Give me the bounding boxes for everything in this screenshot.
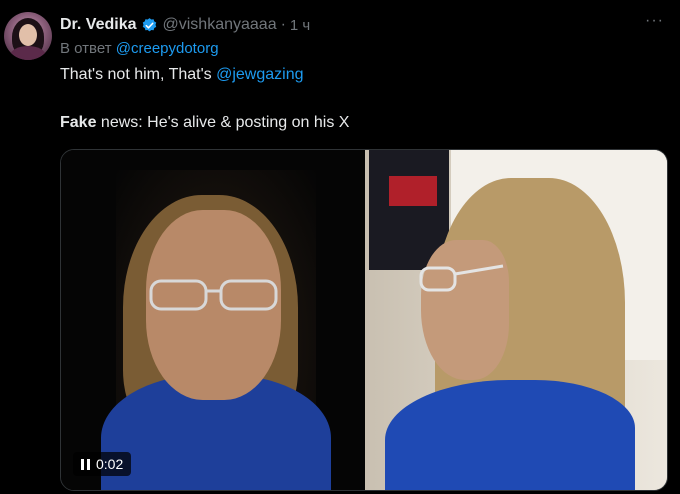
text-bold-word: Fake [60,114,97,131]
tweet-header: Dr. Vedika @vishkanyaaaa · 1 ч [60,14,310,36]
timestamp[interactable]: 1 ч [290,17,310,34]
verified-badge-icon [141,17,158,34]
text-line-2-rest: news: He's alive & posting on his X [96,114,350,131]
author-handle[interactable]: @vishkanyaaaa [163,16,277,34]
reply-mention-link[interactable]: @creepydotorg [116,40,219,57]
tweet-text-line-1: That's not him, That's @jewgazing [60,66,304,84]
video-status-badge[interactable]: 0:02 [73,452,132,476]
text-mention-link[interactable]: @jewgazing [216,66,303,83]
reply-prefix: В ответ [60,40,112,57]
avatar-body [10,46,46,60]
poster-red-block [389,176,437,206]
video-frame-right [365,150,667,490]
more-options-icon[interactable]: ··· [645,12,664,30]
video-player[interactable]: 0:02 [60,149,668,491]
right-person-glasses [419,264,504,292]
author-display-name[interactable]: Dr. Vedika [60,16,137,34]
tweet-text-line-2: Fake news: He's alive & posting on his X [60,114,349,132]
tweet: Dr. Vedika @vishkanyaaaa · 1 ч ··· В отв… [0,0,680,494]
reply-context: В ответ @creepydotorg [60,40,219,57]
avatar-face [19,24,37,46]
video-frame-left [61,150,365,490]
avatar[interactable] [4,12,52,60]
pause-icon[interactable] [81,458,90,470]
video-time: 0:02 [96,456,124,472]
separator-dot: · [280,16,286,33]
left-person-glasses [149,279,278,311]
right-person-shirt [385,380,635,490]
text-line-1-prefix: That's not him, That's [60,66,217,83]
